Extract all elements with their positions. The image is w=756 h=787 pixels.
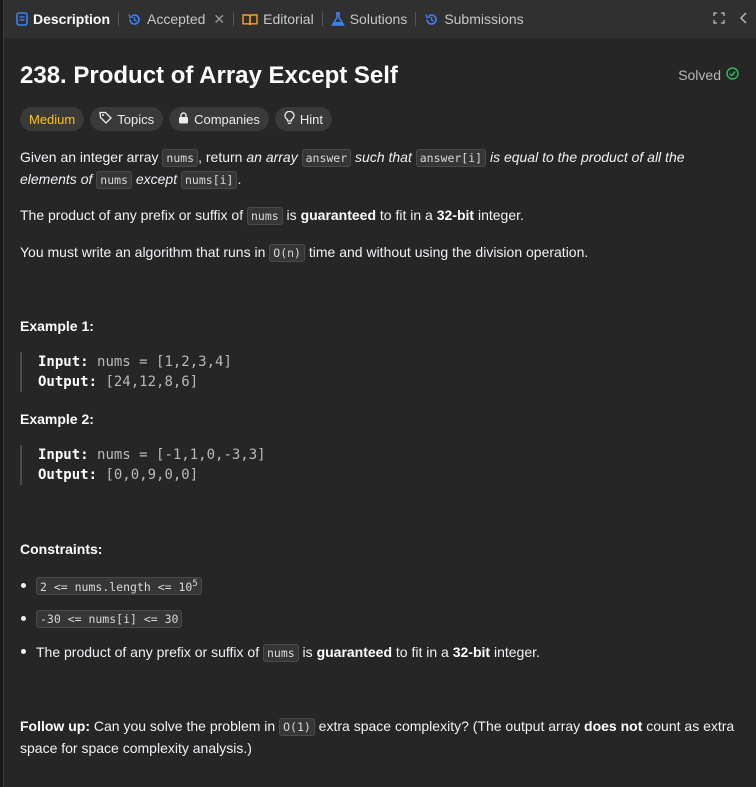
- text: to fit in a: [392, 644, 453, 660]
- list-item: -30 <= nums[i] <= 30: [20, 608, 540, 630]
- close-icon[interactable]: ✕: [213, 11, 225, 28]
- book-icon: [242, 13, 258, 26]
- inline-code: nums[i]: [181, 171, 238, 189]
- tab-solutions[interactable]: Solutions: [330, 11, 408, 27]
- inline-code: nums: [162, 149, 199, 167]
- tab-divider: [233, 12, 235, 26]
- tab-accepted[interactable]: Accepted ✕: [127, 11, 225, 28]
- document-icon: [16, 12, 28, 26]
- inline-code: nums: [246, 207, 283, 225]
- tab-editorial-label: Editorial: [263, 11, 314, 27]
- example-1-block: Input: nums = [1,2,3,4] Output: [24,12,8…: [20, 352, 232, 392]
- tab-editorial[interactable]: Editorial: [242, 11, 314, 27]
- text: Given an integer array: [20, 149, 163, 165]
- tab-divider: [321, 12, 323, 26]
- tab-accepted-label: Accepted: [147, 11, 206, 27]
- description-paragraph-1: Given an integer array nums, return an a…: [20, 147, 740, 191]
- bold-text: does not: [584, 718, 643, 734]
- hint-button[interactable]: Hint: [274, 107, 332, 131]
- tab-solutions-label: Solutions: [349, 11, 408, 27]
- example-output: [0,0,9,0,0]: [105, 467, 199, 483]
- text: You must write an algorithm that runs in: [20, 244, 270, 260]
- example-input: nums = [1,2,3,4]: [97, 354, 232, 370]
- difficulty-badge: Medium: [20, 107, 85, 131]
- example-input: nums = [-1,1,0,-3,3]: [97, 447, 266, 463]
- example-2-heading: Example 2:: [20, 411, 94, 427]
- difficulty-label: Medium: [29, 111, 76, 127]
- constraints-heading: Constraints:: [20, 541, 103, 557]
- text: Can you solve the problem in: [89, 718, 280, 734]
- lock-icon: [178, 111, 189, 127]
- text: to fit in a: [376, 207, 437, 223]
- text: .: [237, 171, 242, 187]
- follow-up: Follow up: Can you solve the problem in …: [20, 716, 740, 759]
- input-label: Input:: [38, 354, 89, 370]
- hint-label: Hint: [299, 111, 323, 127]
- text: The product of any prefix or suffix of: [36, 644, 263, 660]
- inline-code: O(n): [269, 244, 305, 262]
- example-1-heading: Example 1:: [20, 318, 94, 334]
- inline-code: 2 <= nums.length <= 105: [36, 576, 202, 596]
- description-paragraph-2: The product of any prefix or suffix of n…: [20, 205, 740, 227]
- text: extra space complexity? (The output arra…: [314, 718, 585, 734]
- tab-bar-actions: [713, 11, 749, 29]
- inline-code: -30 <= nums[i] <= 30: [36, 610, 183, 628]
- problem-title: 238. Product of Array Except Self: [20, 62, 398, 89]
- inline-code: answer: [301, 149, 352, 167]
- tab-description[interactable]: Description: [16, 11, 110, 27]
- bold-text: 32-bit: [452, 644, 491, 660]
- problem-panel: Description Accepted ✕ Editorial Solutio…: [3, 0, 756, 787]
- inline-code: nums: [96, 171, 132, 189]
- solved-label: Solved: [678, 67, 721, 83]
- companies-button[interactable]: Companies: [169, 107, 269, 131]
- topics-label: Topics: [117, 111, 155, 127]
- example-output: [24,12,8,6]: [105, 374, 199, 390]
- output-label: Output:: [38, 374, 98, 390]
- bold-text: guaranteed: [300, 207, 377, 223]
- tab-description-label: Description: [33, 11, 111, 27]
- tab-bar: Description Accepted ✕ Editorial Solutio…: [4, 0, 756, 39]
- output-label: Output:: [38, 467, 98, 483]
- text: an array: [246, 149, 298, 165]
- inline-code: nums: [262, 644, 299, 662]
- follow-up-label: Follow up:: [20, 718, 90, 734]
- list-item: 2 <= nums.length <= 105: [20, 575, 540, 597]
- tab-submissions-label: Submissions: [444, 11, 524, 27]
- history-icon: [424, 12, 439, 27]
- lightbulb-icon: [284, 110, 295, 128]
- text: The product of any prefix or suffix of: [20, 207, 247, 223]
- text: time and without using the division oper…: [304, 244, 589, 260]
- constraints-list: 2 <= nums.length <= 105 -30 <= nums[i] <…: [20, 575, 540, 663]
- text: is: [298, 644, 317, 660]
- flask-icon: [330, 11, 345, 27]
- inline-code: answer[i]: [415, 149, 487, 167]
- inline-code: O(1): [279, 718, 315, 736]
- maximize-icon[interactable]: [713, 11, 725, 29]
- tab-divider: [118, 12, 120, 26]
- text: 2 <= nums.length <= 10: [40, 579, 193, 594]
- description-paragraph-3: You must write an algorithm that runs in…: [20, 242, 740, 264]
- text: such that: [351, 149, 416, 165]
- tag-row: Medium Topics Companies Hint: [20, 107, 332, 131]
- bold-text: 32-bit: [436, 207, 475, 223]
- topics-button[interactable]: Topics: [90, 107, 164, 131]
- bold-text: guaranteed: [316, 644, 393, 660]
- tab-divider: [415, 12, 417, 26]
- text: except: [131, 171, 181, 187]
- collapse-icon[interactable]: [739, 11, 749, 29]
- input-label: Input:: [38, 447, 89, 463]
- tab-submissions[interactable]: Submissions: [424, 11, 524, 27]
- history-icon: [127, 12, 142, 27]
- text: integer.: [474, 207, 524, 223]
- example-2-block: Input: nums = [-1,1,0,-3,3] Output: [0,0…: [20, 445, 266, 485]
- solved-status: Solved: [678, 67, 739, 83]
- check-circle-icon: [726, 67, 739, 83]
- superscript: 5: [192, 578, 198, 589]
- text: integer.: [490, 644, 540, 660]
- list-item: The product of any prefix or suffix of n…: [20, 641, 540, 663]
- companies-label: Companies: [194, 111, 260, 127]
- text: is: [282, 207, 301, 223]
- tag-icon: [99, 111, 113, 127]
- text: , return: [198, 149, 247, 165]
